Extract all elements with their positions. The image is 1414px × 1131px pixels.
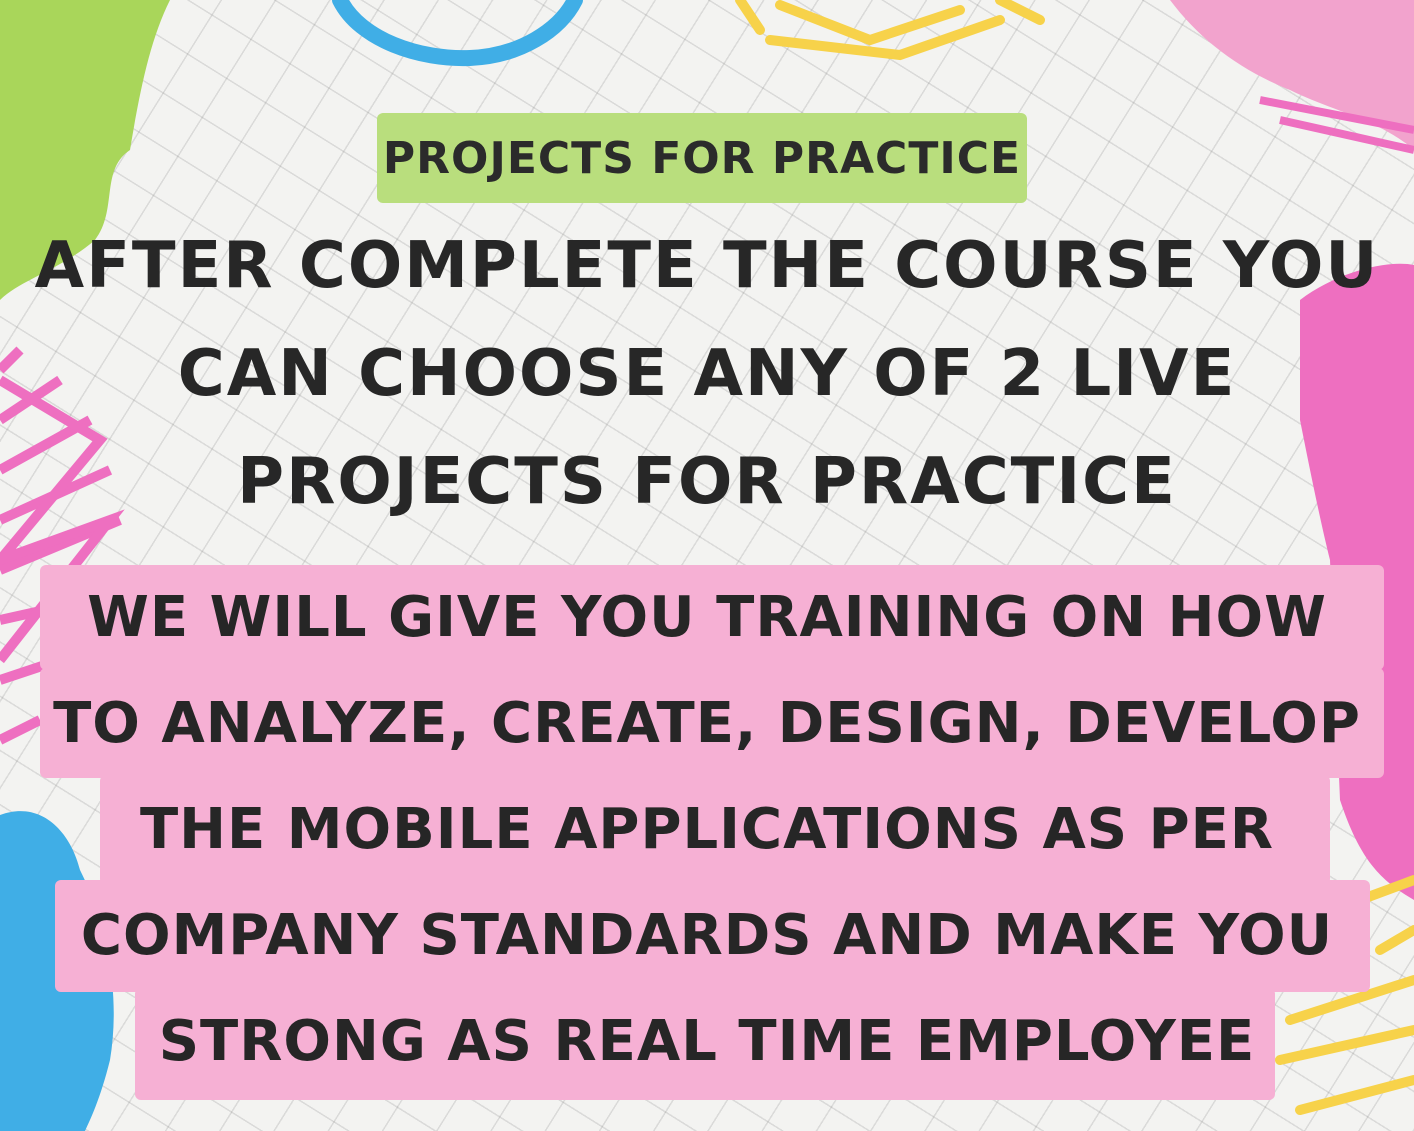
yellow-scribble-top [735, 0, 1045, 61]
body-line: THE MOBILE APPLICATIONS AS PER [139, 797, 1275, 862]
headline: AFTER COMPLETE THE COURSE YOU CAN CHOOSE… [20, 212, 1394, 536]
pink-scribble-top-right [1170, 0, 1414, 154]
body-line: WE WILL GIVE YOU TRAINING ON HOW [87, 585, 1327, 650]
section-label: PROJECTS FOR PRACTICE [377, 113, 1027, 203]
body-text: WE WILL GIVE YOU TRAINING ON HOW TO ANAL… [30, 565, 1384, 1095]
headline-line: AFTER COMPLETE THE COURSE YOU [34, 229, 1380, 303]
headline-line: CAN CHOOSE ANY OF 2 LIVE [177, 337, 1237, 411]
headline-line: PROJECTS FOR PRACTICE [237, 445, 1177, 519]
body-line: COMPANY STANDARDS AND MAKE YOU [80, 903, 1334, 968]
blue-circle-stroke [332, 0, 583, 67]
body-line: STRONG AS REAL TIME EMPLOYEE [158, 1009, 1256, 1074]
body-line: TO ANALYZE, CREATE, DESIGN, DEVELOP [53, 691, 1361, 756]
